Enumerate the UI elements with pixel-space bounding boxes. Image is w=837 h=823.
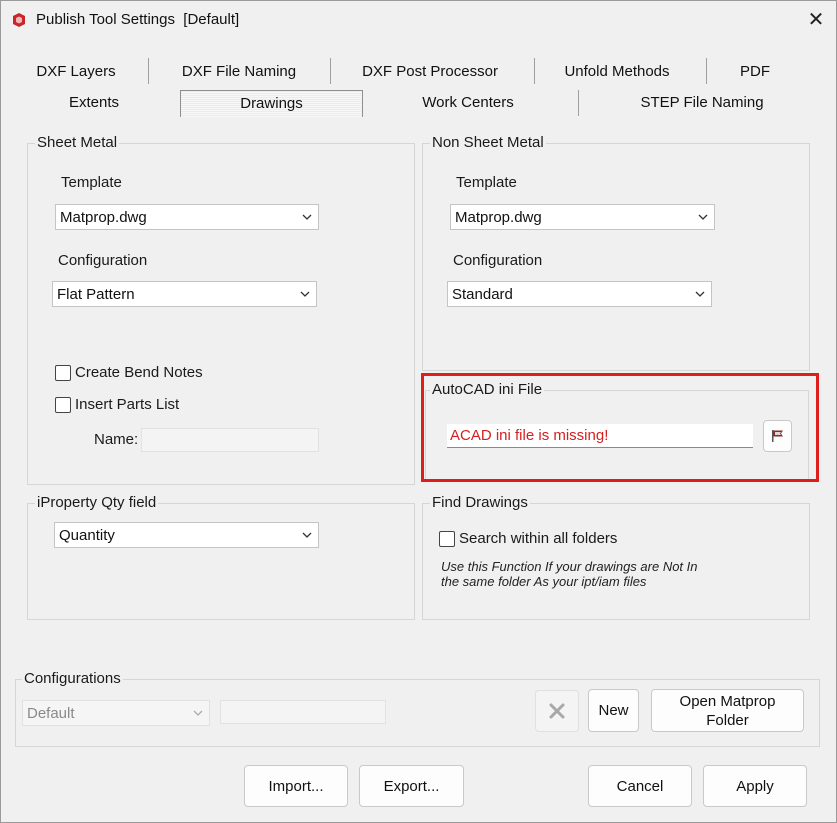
find-drawings-note-line1: Use this Function If your drawings are N… (441, 559, 698, 574)
sm-template-label: Template (61, 174, 122, 191)
nsm-template-label: Template (456, 174, 517, 191)
find-drawings-note-line2: the same folder As your ipt/iam files (441, 574, 647, 589)
open-matprop-label-line1: Open Matprop (679, 692, 776, 710)
sm-template-select[interactable]: Matprop.dwg (55, 204, 319, 230)
close-icon[interactable]: ✕ (803, 7, 829, 33)
sm-configuration-select[interactable]: Flat Pattern (52, 281, 317, 307)
create-bend-notes-checkbox[interactable] (55, 365, 71, 381)
sheet-metal-label: Sheet Metal (35, 134, 120, 151)
iproperty-qty-select[interactable]: Quantity (54, 522, 319, 548)
search-all-folders-checkbox[interactable] (439, 531, 455, 547)
tab-dxf-post-processor[interactable]: DXF Post Processor (341, 59, 519, 85)
tab-drawings[interactable]: Drawings (180, 90, 363, 117)
configuration-name-input[interactable] (220, 700, 386, 724)
open-matprop-folder-button[interactable]: Open Matprop Folder (651, 689, 804, 732)
chevron-down-icon (698, 214, 708, 220)
chevron-down-icon (695, 291, 705, 297)
open-matprop-label-line2: Folder (706, 711, 749, 729)
delete-configuration-button[interactable] (535, 690, 579, 732)
create-bend-notes-label: Create Bend Notes (75, 364, 203, 381)
nsm-template-select[interactable]: Matprop.dwg (450, 204, 715, 230)
window-title: Publish Tool Settings [Default] (36, 11, 240, 28)
export-button[interactable]: Export... (359, 765, 464, 807)
chevron-down-icon (302, 214, 312, 220)
non-sheet-metal-label: Non Sheet Metal (430, 134, 546, 151)
sm-template-value: Matprop.dwg (60, 209, 147, 226)
find-drawings-label: Find Drawings (430, 494, 530, 511)
tab-step-file-naming[interactable]: STEP File Naming (591, 90, 813, 116)
dialog-window: Publish Tool Settings [Default] ✕ DXF La… (0, 0, 837, 823)
insert-parts-list-label: Insert Parts List (75, 396, 180, 413)
insert-parts-list-checkbox[interactable] (55, 397, 71, 413)
delete-x-icon (549, 703, 565, 719)
cancel-button[interactable]: Cancel (588, 765, 692, 807)
highlight-box (421, 373, 819, 482)
nsm-template-value: Matprop.dwg (455, 209, 542, 226)
sm-configuration-value: Flat Pattern (57, 286, 135, 303)
parts-list-name-input[interactable] (141, 428, 319, 452)
chevron-down-icon (302, 532, 312, 538)
nsm-configuration-value: Standard (452, 286, 513, 303)
configuration-select-value: Default (27, 705, 75, 722)
title-bar: Publish Tool Settings [Default] ✕ (1, 1, 836, 39)
nsm-configuration-select[interactable]: Standard (447, 281, 712, 307)
chevron-down-icon (193, 710, 203, 716)
import-button[interactable]: Import... (244, 765, 348, 807)
new-configuration-button[interactable]: New (588, 689, 639, 732)
search-all-folders-label: Search within all folders (459, 530, 618, 547)
iproperty-qty-value: Quantity (59, 527, 115, 544)
tab-work-centers[interactable]: Work Centers (371, 90, 565, 116)
parts-list-name-label: Name: (94, 431, 139, 448)
iproperty-qty-group (27, 503, 415, 620)
chevron-down-icon (300, 291, 310, 297)
inventor-app-icon (13, 13, 25, 27)
iproperty-qty-label: iProperty Qty field (35, 494, 159, 511)
tab-dxf-file-naming[interactable]: DXF File Naming (161, 59, 317, 85)
configurations-label: Configurations (22, 670, 123, 687)
nsm-configuration-label: Configuration (453, 252, 543, 269)
tab-pdf[interactable]: PDF (716, 59, 794, 85)
tab-dxf-layers[interactable]: DXF Layers (21, 59, 131, 85)
sm-configuration-label: Configuration (58, 252, 148, 269)
tab-extents[interactable]: Extents (21, 90, 167, 116)
apply-button[interactable]: Apply (703, 765, 807, 807)
tab-unfold-methods[interactable]: Unfold Methods (541, 59, 693, 85)
configuration-select[interactable]: Default (22, 700, 210, 726)
